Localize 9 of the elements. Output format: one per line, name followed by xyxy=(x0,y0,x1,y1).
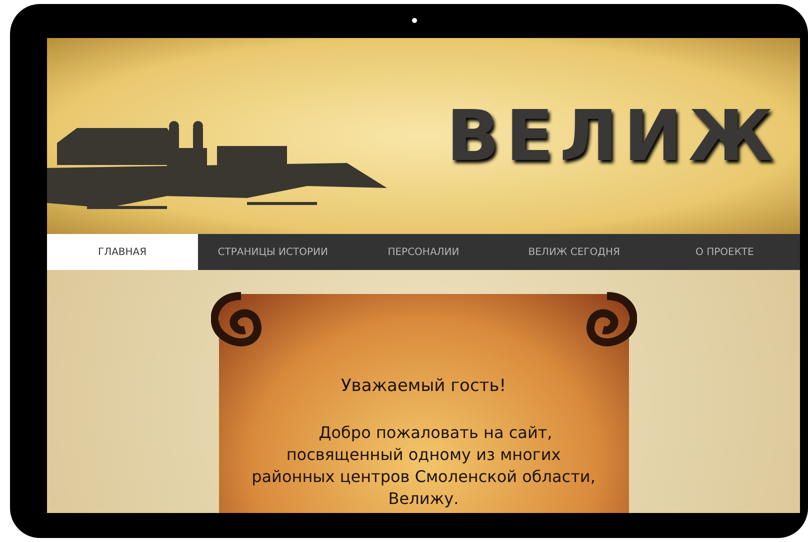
nav-tab[interactable]: ГЛАВНАЯ xyxy=(47,234,198,270)
camera-icon xyxy=(412,18,417,23)
nav-tab[interactable]: ВЕЛИЖ СЕГОДНЯ xyxy=(498,234,650,270)
site-logo: ВЕЛИЖ xyxy=(446,94,780,178)
nav-tab[interactable]: ПЕРСОНАЛИИ xyxy=(348,234,499,270)
welcome-heading: Уважаемый гость! xyxy=(340,375,506,398)
welcome-text: Добро пожаловать на сайт, посвященный одному из многих районных центров Смоленской области, Велижу. xyxy=(250,422,596,510)
nav-tab[interactable]: О ПРОЕКТЕ xyxy=(649,234,800,270)
nav-tab[interactable]: СТРАНИЦЫ ИСТОРИИ xyxy=(198,234,348,270)
